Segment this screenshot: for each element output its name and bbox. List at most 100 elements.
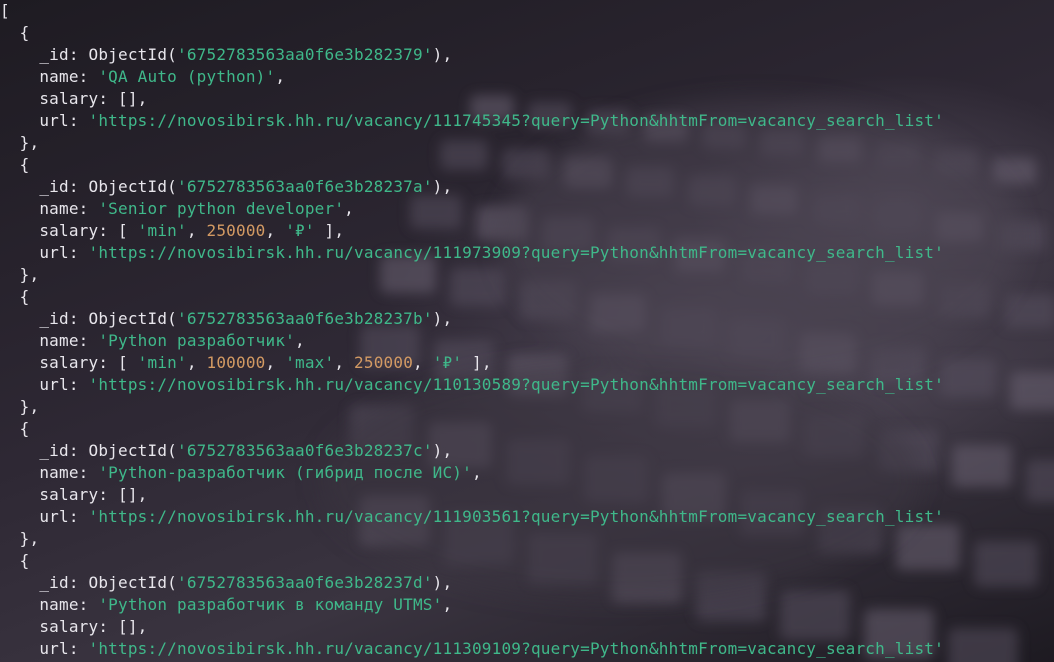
document-url-line: url: 'https://novosibirsk.hh.ru/vacancy/… — [0, 374, 944, 396]
document-close-line: }, — [0, 132, 944, 154]
salary-key: salary: — [0, 617, 118, 636]
salary-array-open: [ — [118, 353, 138, 372]
keyboard-key-shape — [1004, 294, 1054, 328]
document-salary-line: salary: [], — [0, 88, 944, 110]
id-close: ), — [432, 45, 453, 64]
name-key: name: — [0, 67, 99, 86]
name-value: 'Python разработчик в команду UTMS' — [98, 595, 443, 614]
keyboard-key-shape — [1010, 372, 1054, 410]
url-key: url: — [0, 639, 89, 658]
document-salary-line: salary: [], — [0, 616, 944, 638]
document-name-line: name: 'Python разработчик в команду UTMS… — [0, 594, 944, 616]
salary-array-open: [ — [118, 221, 138, 240]
id-close: ), — [432, 441, 453, 460]
salary-array-close: ], — [472, 353, 492, 372]
name-value: 'Python-разработчик (гибрид после ИС)' — [98, 463, 472, 482]
keyboard-key-shape — [1026, 460, 1054, 502]
name-comma: , — [294, 331, 305, 350]
salary-key: salary: — [0, 353, 118, 372]
url-key: url: — [0, 111, 89, 130]
id-close: ), — [432, 309, 453, 328]
document-id-line: _id: ObjectId('6752783563aa0f6e3b282379'… — [0, 44, 944, 66]
document-salary-line: salary: [ 'min', 250000, '₽' ], — [0, 220, 944, 242]
url-key: url: — [0, 375, 89, 394]
object-id-value: '6752783563aa0f6e3b282379' — [177, 45, 433, 64]
terminal-window[interactable]: [ { _id: ObjectId('6752783563aa0f6e3b282… — [0, 0, 1054, 662]
document-name-line: name: 'Senior python developer', — [0, 198, 944, 220]
name-key: name: — [0, 331, 99, 350]
document-open-brace: { — [0, 419, 30, 438]
salary-separator — [315, 221, 325, 240]
salary-number-value: 250000 — [206, 221, 266, 240]
salary-number-value: 100000 — [206, 353, 266, 372]
salary-key: salary: — [0, 89, 118, 108]
salary-string-value: 'min' — [137, 353, 187, 372]
document-open-brace: { — [0, 23, 30, 42]
name-comma: , — [344, 199, 354, 218]
id-key: _id: ObjectId( — [0, 573, 177, 592]
document-salary-line: salary: [], — [0, 484, 944, 506]
salary-number-value: 250000 — [354, 353, 414, 372]
json-open-bracket-line: [ — [0, 0, 944, 22]
document-close-brace: }, — [0, 529, 40, 548]
url-key: url: — [0, 507, 89, 526]
name-comma: , — [275, 67, 286, 86]
id-key: _id: ObjectId( — [0, 177, 177, 196]
document-id-line: _id: ObjectId('6752783563aa0f6e3b28237d'… — [0, 572, 944, 594]
salary-separator: , — [186, 353, 207, 372]
document-id-line: _id: ObjectId('6752783563aa0f6e3b28237c'… — [0, 440, 944, 462]
document-open-brace: { — [0, 287, 30, 306]
url-value: 'https://novosibirsk.hh.ru/vacancy/11190… — [88, 507, 944, 526]
document-open-line: { — [0, 286, 944, 308]
document-name-line: name: 'Python-разработчик (гибрид после … — [0, 462, 944, 484]
salary-separator — [462, 353, 472, 372]
name-comma: , — [442, 595, 453, 614]
object-id-value: '6752783563aa0f6e3b28237a' — [177, 177, 433, 196]
document-open-brace: { — [0, 551, 30, 570]
document-url-line: url: 'https://novosibirsk.hh.ru/vacancy/… — [0, 110, 944, 132]
document-id-line: _id: ObjectId('6752783563aa0f6e3b28237a'… — [0, 176, 944, 198]
id-key: _id: ObjectId( — [0, 309, 177, 328]
document-url-line: url: 'https://novosibirsk.hh.ru/vacancy/… — [0, 506, 944, 528]
keyboard-key-shape — [940, 359, 996, 397]
salary-separator: , — [413, 353, 433, 372]
salary-separator: , — [265, 221, 286, 240]
id-close: ), — [432, 177, 453, 196]
document-close-brace: }, — [0, 265, 40, 284]
id-close: ), — [432, 573, 453, 592]
name-key: name: — [0, 595, 99, 614]
document-url-line: url: 'https://novosibirsk.hh.ru/vacancy/… — [0, 242, 944, 264]
salary-key: salary: — [0, 485, 118, 504]
salary-separator: , — [265, 353, 286, 372]
keyboard-key-shape — [952, 445, 1012, 487]
name-key: name: — [0, 199, 99, 218]
open-bracket: [ — [0, 1, 10, 20]
document-salary-line: salary: [ 'min', 100000, 'max', 250000, … — [0, 352, 944, 374]
name-value: 'QA Auto (python)' — [98, 67, 276, 86]
salary-separator: , — [186, 221, 207, 240]
salary-string-value: 'min' — [137, 221, 187, 240]
document-open-line: { — [0, 418, 944, 440]
keyboard-key-shape — [948, 628, 1018, 662]
salary-string-value: '₽' — [432, 353, 463, 372]
document-close-brace: }, — [0, 133, 40, 152]
name-comma: , — [471, 463, 482, 482]
id-key: _id: ObjectId( — [0, 441, 177, 460]
salary-separator: , — [334, 353, 355, 372]
object-id-value: '6752783563aa0f6e3b28237c' — [177, 441, 433, 460]
name-value: 'Senior python developer' — [98, 199, 345, 218]
salary-empty-array: [], — [118, 485, 148, 504]
object-id-value: '6752783563aa0f6e3b28237b' — [177, 309, 433, 328]
salary-string-value: '₽' — [285, 221, 315, 240]
keyboard-key-shape — [992, 158, 1036, 184]
salary-empty-array: [], — [118, 617, 148, 636]
document-close-line: }, — [0, 264, 944, 286]
json-output: [ { _id: ObjectId('6752783563aa0f6e3b282… — [0, 0, 944, 660]
salary-string-value: 'max' — [285, 353, 335, 372]
url-value: 'https://novosibirsk.hh.ru/vacancy/11130… — [88, 639, 944, 658]
keyboard-key-shape — [974, 541, 1038, 587]
document-id-line: _id: ObjectId('6752783563aa0f6e3b28237b'… — [0, 308, 944, 330]
name-value: 'Python разработчик' — [98, 331, 295, 350]
salary-array-close: ], — [324, 221, 345, 240]
document-open-line: { — [0, 22, 944, 44]
